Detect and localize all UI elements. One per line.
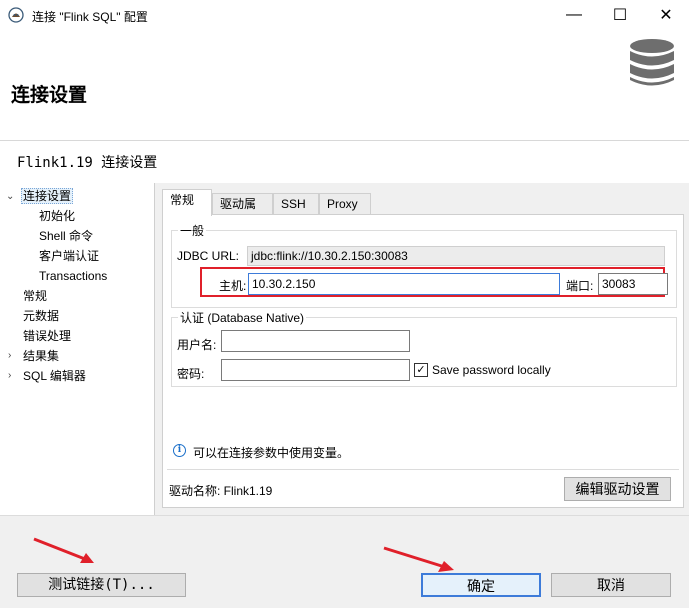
username-input[interactable] xyxy=(221,330,410,352)
tab-proxy[interactable]: Proxy xyxy=(319,193,371,215)
dbeaver-app-icon xyxy=(8,7,24,23)
page-title: 连接设置 xyxy=(11,85,88,106)
close-icon: ✕ xyxy=(659,7,673,24)
general-tab-content: 一般 JDBC URL: jdbc:flink://10.30.2.150:30… xyxy=(162,214,684,508)
minimize-button[interactable]: — xyxy=(551,0,597,30)
minimize-icon: — xyxy=(566,6,582,23)
nav-item-error-handling[interactable]: 错误处理 xyxy=(23,327,71,345)
database-icon xyxy=(630,39,674,86)
settings-nav-tree: ⌄ 连接设置 初始化 Shell 命令 客户端认证 Transactions 常… xyxy=(0,183,155,515)
auth-group-legend: 认证 (Database Native) xyxy=(178,309,307,326)
port-label: 端口: xyxy=(566,279,594,293)
nav-item-connection-settings[interactable]: 连接设置 xyxy=(21,187,74,205)
nav-item-transactions[interactable]: Transactions xyxy=(39,267,107,285)
chevron-right-icon[interactable]: › xyxy=(8,350,11,361)
tab-general[interactable]: 常规 xyxy=(162,189,212,216)
save-password-checkbox[interactable]: ✓ xyxy=(414,363,428,377)
checkmark-icon: ✓ xyxy=(416,364,426,376)
annotation-arrow-icon xyxy=(33,537,94,563)
driver-name-text: 驱动名称: Flink1.19 xyxy=(169,484,273,498)
username-label: 用户名: xyxy=(177,338,217,352)
nav-item-client-auth[interactable]: 客户端认证 xyxy=(39,247,99,265)
driver-divider xyxy=(167,469,679,470)
host-input[interactable]: 10.30.2.150 xyxy=(248,273,560,295)
maximize-button[interactable]: ☐ xyxy=(597,0,643,30)
variables-info-text: 可以在连接参数中使用变量。 xyxy=(193,446,350,460)
info-icon: i xyxy=(173,444,186,457)
port-input[interactable]: 30083 xyxy=(598,273,668,295)
edit-driver-settings-button[interactable]: 编辑驱动设置 xyxy=(564,477,671,501)
save-password-label[interactable]: Save password locally xyxy=(432,363,551,377)
title-bar: 连接 "Flink SQL" 配置 — ☐ ✕ xyxy=(0,0,689,30)
header-divider xyxy=(0,140,689,141)
settings-panel: 常规 驱动属性 SSH Proxy 一般 JDBC URL: jdbc:flin… xyxy=(156,183,689,515)
cancel-button[interactable]: 取消 xyxy=(551,573,671,597)
maximize-icon: ☐ xyxy=(612,7,628,24)
general-group-legend: 一般 xyxy=(178,222,207,239)
dialog-footer: 测试链接(T)... 确定 取消 xyxy=(0,515,689,608)
dialog-header: 连接设置 Flink1.19 连接设置 xyxy=(0,30,689,183)
page-subtitle: Flink1.19 连接设置 xyxy=(17,155,158,171)
jdbc-url-field[interactable]: jdbc:flink://10.30.2.150:30083 xyxy=(247,246,665,266)
tab-driver-properties[interactable]: 驱动属性 xyxy=(212,193,273,231)
host-label: 主机: xyxy=(219,279,247,293)
close-button[interactable]: ✕ xyxy=(643,0,689,30)
nav-item-result-sets[interactable]: 结果集 xyxy=(23,347,59,365)
tab-ssh[interactable]: SSH xyxy=(273,193,319,215)
nav-item-sql-editor[interactable]: SQL 编辑器 xyxy=(23,367,86,385)
nav-item-metadata[interactable]: 元数据 xyxy=(23,307,59,325)
test-connection-button[interactable]: 测试链接(T)... xyxy=(17,573,186,597)
window-title: 连接 "Flink SQL" 配置 xyxy=(32,10,148,24)
nav-item-shell-commands[interactable]: Shell 命令 xyxy=(39,227,93,245)
password-label: 密码: xyxy=(177,367,205,381)
chevron-down-icon[interactable]: ⌄ xyxy=(6,191,14,202)
nav-item-init[interactable]: 初始化 xyxy=(39,207,75,225)
password-input[interactable] xyxy=(221,359,410,381)
nav-item-general[interactable]: 常规 xyxy=(23,287,47,305)
ok-button[interactable]: 确定 xyxy=(421,573,541,597)
jdbc-url-label: JDBC URL: xyxy=(177,249,240,263)
chevron-right-icon[interactable]: › xyxy=(8,370,11,381)
annotation-arrow-icon xyxy=(383,546,454,572)
